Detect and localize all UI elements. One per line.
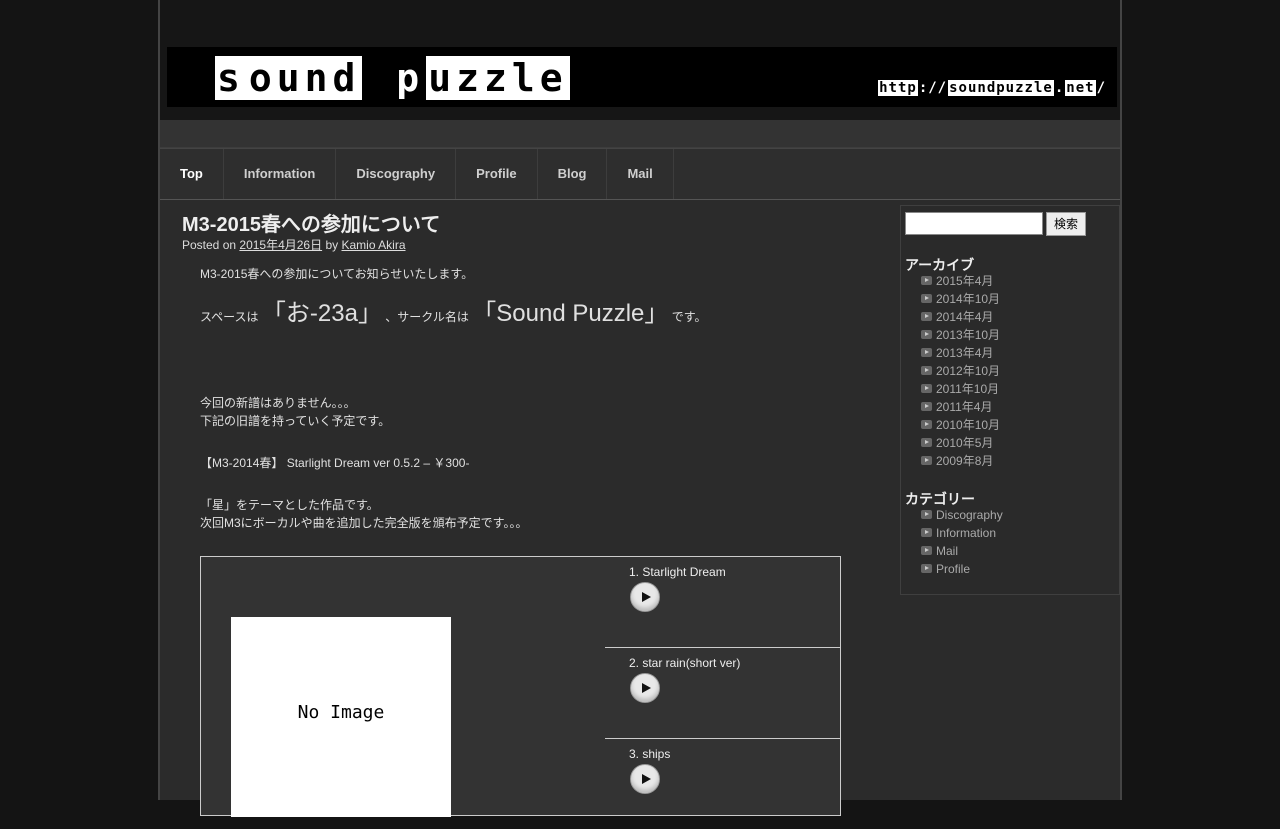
archive-item[interactable]: 2012年10月 — [921, 362, 1000, 380]
arrow-bullet-icon — [921, 564, 932, 573]
track-item: 2. star rain(short ver) — [605, 647, 841, 738]
arrow-bullet-icon — [921, 312, 932, 321]
arrow-bullet-icon — [921, 366, 932, 375]
track-item: 3. ships — [605, 738, 841, 829]
arrow-bullet-icon — [921, 348, 932, 357]
post-space-line: スペースは 「お-23a」 、サークル名は 「Sound Puzzle」 です。 — [200, 300, 707, 327]
track-item: 1. Starlight Dream — [605, 557, 841, 648]
archive-item[interactable]: 2014年10月 — [921, 290, 1000, 308]
archive-item[interactable]: 2010年5月 — [921, 434, 1000, 452]
track-title: 2. star rain(short ver) — [629, 656, 741, 670]
arrow-bullet-icon — [921, 546, 932, 555]
arrow-bullet-icon — [921, 510, 932, 519]
archive-item[interactable]: 2014年4月 — [921, 308, 1000, 326]
post-meta: Posted on 2015年4月26日 by Kamio Akira — [182, 238, 406, 252]
category-item[interactable]: Discography — [921, 506, 1003, 524]
circle-name: 「Sound Puzzle」 — [472, 300, 669, 327]
arrow-bullet-icon — [921, 402, 932, 411]
arrow-bullet-icon — [921, 528, 932, 537]
page-wrapper: s ound p uzzle http://soundpuzzle. net / Top… — [158, 0, 1122, 817]
nav-item-profile[interactable]: Profile — [456, 149, 538, 199]
nav-item-top[interactable]: Top — [160, 149, 224, 199]
post-paragraph: 今回の新譜はありません。。。 下記の旧譜を持っていく予定です。 — [200, 396, 391, 428]
arrow-bullet-icon — [921, 420, 932, 429]
play-button[interactable] — [630, 582, 660, 612]
archive-item[interactable]: 2015年4月 — [921, 272, 1000, 290]
site-url: http://soundpuzzle. net / — [878, 80, 1107, 96]
category-item[interactable]: Profile — [921, 560, 1003, 578]
album-cover: No Image — [231, 617, 451, 817]
arrow-bullet-icon — [921, 276, 932, 285]
search-button[interactable]: 検索 — [1046, 212, 1086, 236]
arrow-bullet-icon — [921, 330, 932, 339]
sidebar: 検索 アーカイブ 2015年4月 2014年10月 2014年4月 2013年1… — [900, 205, 1120, 595]
header-subbar — [160, 120, 1120, 148]
post-title[interactable]: M3-2015春への参加について — [182, 208, 440, 237]
play-button[interactable] — [630, 673, 660, 703]
arrow-bullet-icon — [921, 456, 932, 465]
archive-item[interactable]: 2011年4月 — [921, 398, 1000, 416]
main-content: M3-2015春への参加について Posted on 2015年4月26日 by… — [160, 205, 900, 817]
archive-item[interactable]: 2009年8月 — [921, 452, 1000, 470]
play-button[interactable] — [630, 764, 660, 794]
archive-list: 2015年4月 2014年10月 2014年4月 2013年10月 2013年4… — [921, 272, 1000, 470]
category-list: Discography Information Mail Profile — [921, 506, 1003, 578]
arrow-bullet-icon — [921, 438, 932, 447]
post-release-line: 【M3-2014春】 Starlight Dream ver 0.5.2 – ￥… — [200, 456, 470, 470]
post-date-link[interactable]: 2015年4月26日 — [239, 238, 322, 252]
arrow-bullet-icon — [921, 384, 932, 393]
header-banner[interactable]: s ound p uzzle http://soundpuzzle. net / — [167, 47, 1117, 107]
post-author-link[interactable]: Kamio Akira — [341, 238, 405, 252]
archive-item[interactable]: 2011年10月 — [921, 380, 1000, 398]
nav-item-discography[interactable]: Discography — [336, 149, 457, 199]
post-description: 「星」をテーマとした作品です。 次回M3にボーカルや曲を追加した完全版を頒布予定… — [200, 498, 528, 530]
music-player: No Image 1. Starlight Dream 2. star rain… — [200, 556, 841, 817]
main-nav: Top Information Discography Profile Blog… — [160, 148, 1120, 200]
category-item[interactable]: Mail — [921, 542, 1003, 560]
arrow-bullet-icon — [921, 294, 932, 303]
archive-item[interactable]: 2010年10月 — [921, 416, 1000, 434]
archive-item[interactable]: 2013年4月 — [921, 344, 1000, 362]
archive-item[interactable]: 2013年10月 — [921, 326, 1000, 344]
track-title: 3. ships — [629, 747, 671, 761]
space-number: 「お-23a」 — [261, 300, 382, 327]
category-item[interactable]: Information — [921, 524, 1003, 542]
site-header: s ound p uzzle http://soundpuzzle. net / — [160, 0, 1120, 120]
post-intro: M3-2015春への参加についてお知らせいたします。 — [200, 267, 474, 281]
track-title: 1. Starlight Dream — [629, 565, 726, 579]
site-logo[interactable]: s ound p uzzle — [215, 56, 570, 100]
search-input[interactable] — [905, 212, 1043, 235]
nav-item-information[interactable]: Information — [224, 149, 337, 199]
nav-item-mail[interactable]: Mail — [607, 149, 674, 199]
nav-item-blog[interactable]: Blog — [538, 149, 608, 199]
